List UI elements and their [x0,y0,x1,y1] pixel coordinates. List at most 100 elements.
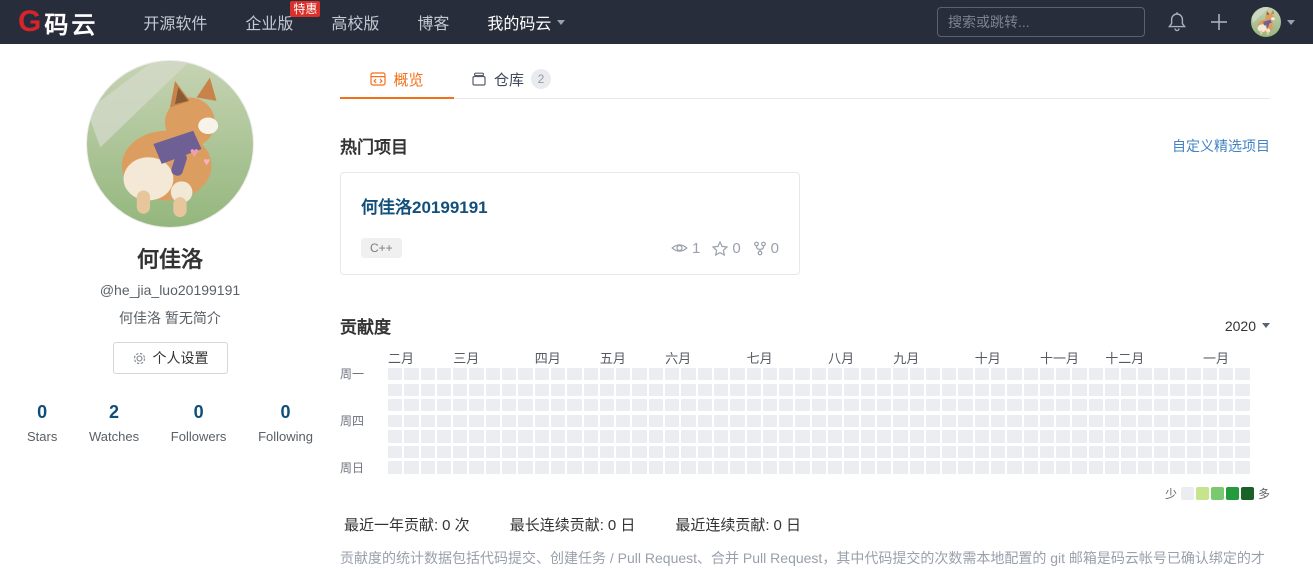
heatmap-cell [762,445,778,459]
create-plus-icon[interactable] [1209,12,1229,32]
heatmap-cell [925,414,941,427]
heatmap-cell [713,368,729,381]
contribution-stat-2: 最近连续贡献: 0 日 [671,514,801,535]
heatmap-cell [1121,383,1136,396]
heatmap-cell [828,383,843,396]
heatmap-cell [1219,461,1234,474]
heatmap-cell [828,445,843,459]
heatmap-cell [1007,399,1022,412]
profile-avatar[interactable] [86,60,254,228]
repository-box-icon [472,72,486,86]
stat-label: Followers [170,429,227,444]
heatmap-cell [925,430,941,443]
heatmap-cell [779,461,794,474]
stat-value: 0 次 [442,517,470,535]
heatmap-cell [990,445,1006,459]
notifications-bell-icon[interactable] [1167,11,1187,33]
stat-following[interactable]: 0 Following [258,402,313,444]
heatmap-cell [648,383,664,396]
heatmap-cell [420,414,435,427]
heatmap-cell [893,399,908,412]
gitee-logo[interactable]: G 码云 [18,5,98,40]
heatmap-cell [1170,461,1185,474]
customize-featured-link[interactable]: 自定义精选项目 [1172,136,1270,156]
heatmap-cell [665,368,680,381]
project-link[interactable]: 何佳洛20199191 [361,193,779,218]
heatmap-cell [1219,368,1234,381]
heatmap-cell [746,445,761,459]
heatmap-cell [1202,368,1218,381]
heatmap-cell [860,461,875,474]
heatmap-cell [1007,445,1022,459]
nav-item-4[interactable]: 我的码云 [468,0,584,44]
heatmap-cell [436,445,452,459]
year-value: 2020 [1224,317,1256,334]
chevron-down-icon [557,19,566,25]
gear-icon [133,352,145,364]
heatmap-cell [1186,399,1201,412]
heatmap-cell [1170,430,1185,443]
personal-settings-button[interactable]: 个人设置 [112,342,228,374]
heatmap-cell [453,414,468,427]
user-avatar[interactable] [1251,7,1295,37]
heatmap-cell [681,445,696,459]
tab-overview-label: 概览 [393,71,424,89]
stat-watches[interactable]: 2 Watches [89,402,139,444]
star-counter[interactable]: 0 [712,240,741,257]
heatmap-cell [681,430,696,443]
nav-item-2[interactable]: 高校版 [312,0,398,44]
legend-swatch [1240,487,1254,501]
heatmap-cell [844,445,859,459]
heatmap-cell [909,461,924,474]
heatmap-cell [404,383,419,396]
day-labels: 周一 周四 周日 [340,348,388,477]
heatmap-cell [469,430,484,443]
heatmap-cell [420,399,435,412]
watch-count: 1 [691,239,701,257]
heatmap-cell [665,399,680,412]
heatmap-cell [665,414,680,427]
heatmap-cell [1137,414,1152,427]
heatmap-cell [1039,430,1055,443]
nav-item-3[interactable]: 博客 [398,0,468,44]
heatmap-cell [958,445,973,459]
gitee-logo-text: 码云 [44,11,99,39]
heatmap-cell [665,445,680,459]
heatmap-cell [811,461,827,474]
nav-item-label: 高校版 [331,16,380,33]
heatmap-cell [990,414,1006,427]
nav-item-0[interactable]: 开源软件 [124,0,226,44]
watch-counter[interactable]: 1 [671,240,700,257]
search-input[interactable] [937,7,1145,37]
heatmap-cell [469,399,484,412]
heatmap-cell [1235,445,1250,459]
heatmap-cell [974,414,989,427]
heatmap-cell [697,414,712,427]
heatmap-cell [632,414,647,427]
heatmap-cell [469,414,484,427]
heatmap-cell [762,368,778,381]
heatmap-cell [893,383,908,396]
language-tag[interactable]: C++ [361,238,402,258]
heatmap-cell [1007,461,1022,474]
month-labels: 二月 三月 四月 五月 六月 七月 八月 九月 十月 十一月 十二月 一月 [388,348,1250,368]
heatmap-cell [648,445,664,459]
heatmap-cell [1170,399,1185,412]
heatmap-cell [550,399,566,412]
year-selector[interactable]: 2020 [1225,318,1270,334]
tab-overview[interactable]: 概览 [340,60,454,99]
popular-projects-title: 热门项目 [340,138,408,157]
heatmap-cell [1105,461,1120,474]
nav-item-label: 我的码云 [487,16,552,33]
heatmap-cell [583,430,598,443]
heatmap-cell [876,430,892,443]
nav-item-1[interactable]: 企业版 特惠 [226,0,321,44]
stat-stars[interactable]: 0 Stars [27,402,57,444]
tab-repositories[interactable]: 仓库 2 [454,60,568,98]
stat-followers[interactable]: 0 Followers [171,402,227,444]
fork-counter[interactable]: 0 [753,240,779,257]
heatmap-cell [485,399,501,412]
contribution-stat-1: 最长连续贡献: 0 日 [506,514,636,535]
heatmap-cell [404,368,419,381]
heatmap-cell [1072,445,1087,459]
